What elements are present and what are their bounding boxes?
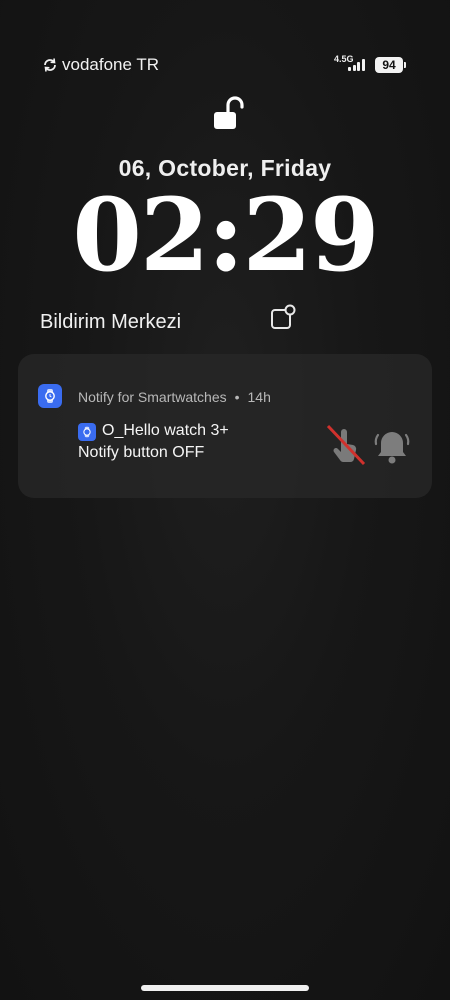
- lock-time: 02:29: [72, 176, 379, 294]
- bell-icon[interactable]: [372, 426, 412, 466]
- notification-title: O_Hello watch 3+: [102, 422, 229, 439]
- edit-icon[interactable]: [270, 304, 296, 330]
- touch-disabled-icon[interactable]: [324, 424, 366, 466]
- status-bar: vodafone TR 4.5G 94: [0, 52, 450, 80]
- lock-screen: vodafone TR 4.5G 94 06, October, Friday …: [0, 0, 450, 1000]
- notification-card[interactable]: Notify for Smartwatches • 14h O_Hello wa…: [18, 354, 432, 498]
- header-separator: •: [234, 389, 240, 405]
- app-name: Notify for Smartwatches: [78, 389, 227, 405]
- sync-icon: [44, 58, 56, 72]
- app-icon: [38, 384, 62, 408]
- carrier-name: vodafone TR: [62, 55, 160, 74]
- home-indicator[interactable]: [141, 985, 309, 991]
- unlock-icon[interactable]: [212, 95, 248, 131]
- notification-center-title: Bildirim Merkezi: [40, 311, 182, 333]
- title-app-icon: [78, 423, 96, 441]
- watch-icon: [45, 389, 55, 403]
- notification-age: 14h: [247, 389, 271, 405]
- battery-icon: 94: [375, 57, 403, 73]
- battery-cap: [404, 62, 406, 68]
- notification-header: Notify for Smartwatches • 14h: [78, 389, 271, 405]
- carrier: vodafone TR: [42, 55, 159, 75]
- watch-icon: [83, 426, 91, 438]
- notification-body: Notify button OFF: [78, 444, 205, 461]
- signal-icon: [348, 59, 365, 71]
- battery-level: 94: [382, 58, 396, 72]
